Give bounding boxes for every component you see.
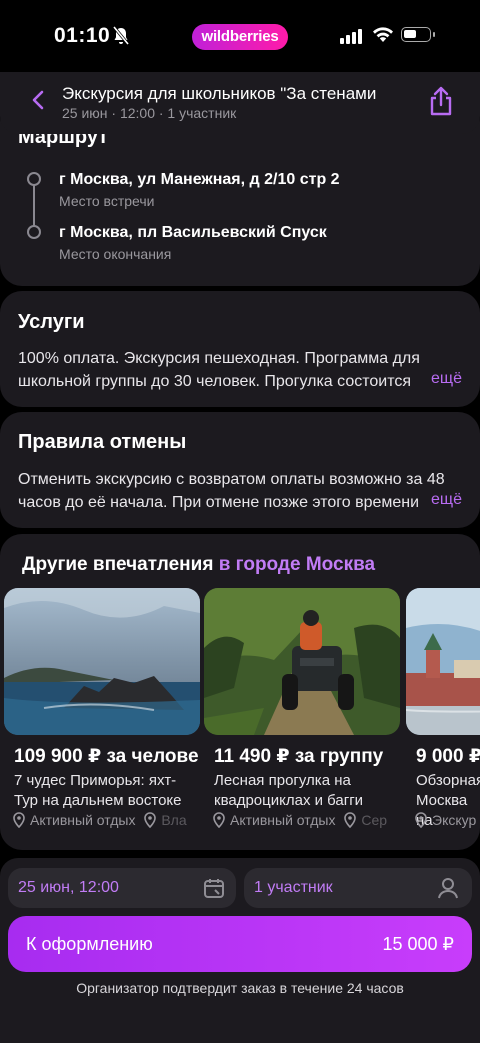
services-card: Услуги 100% оплата. Экскурсия пешеходная…: [0, 291, 480, 407]
booking-bar: 25 июн, 12:00 1 участник К оформлению 15…: [0, 858, 480, 1043]
cancel-rules-more-link[interactable]: ещё: [417, 491, 462, 509]
impression-photo-sea-rocks: [4, 588, 200, 735]
top-app-bar: Экскурсия для школьников "За стенами 25 …: [0, 72, 480, 134]
share-icon[interactable]: [428, 86, 454, 116]
services-title: Услуги: [18, 311, 85, 333]
calendar-icon: [204, 879, 224, 898]
route-end-address: г Москва, пл Васильевский Спуск: [59, 224, 327, 241]
impression-name: Лесная прогулка на квадроциклах и багги: [214, 772, 364, 809]
impression-price: 109 900 ₽ за челове: [14, 746, 199, 767]
status-bar: 01:10 wildberries: [0, 0, 480, 72]
cancel-rules-text-line-1: Отменить экскурсию с возвратом оплаты во…: [18, 471, 445, 488]
status-time: 01:10: [54, 24, 111, 47]
route-start-address: г Москва, ул Манежная, д 2/10 стр 2: [59, 171, 340, 188]
participants-field[interactable]: 1 участник: [244, 868, 472, 908]
location-pin-icon: [13, 812, 25, 828]
other-impressions-title: Другие впечатления в городе Москва: [22, 554, 375, 576]
checkout-button[interactable]: К оформлению 15 000 ₽: [8, 916, 472, 972]
impression-photo-kremlin: [406, 588, 480, 735]
route-start-label: Место встречи: [59, 193, 155, 209]
page-subtitle: 25 июн · 12:00 · 1 участник: [62, 105, 237, 121]
impression-place: Вла: [161, 812, 187, 828]
services-more-link[interactable]: ещё: [417, 370, 462, 388]
checkout-button-price: 15 000 ₽: [382, 934, 454, 954]
cancel-rules-text-line-2: часов до её начала. При отмене позже это…: [18, 494, 420, 511]
page-title: Экскурсия для школьников "За стенами: [62, 84, 377, 103]
impression-name: 7 чудес Приморья: яхт-Тур на дальнем вос…: [14, 772, 182, 809]
impression-price: 9 000 ₽: [416, 746, 480, 767]
location-pin-icon: [415, 812, 427, 828]
impression-tags: Экскур: [414, 812, 480, 828]
other-impressions-title-text: Другие впечатления: [22, 554, 214, 575]
other-impressions-city-link[interactable]: в городе Москва: [219, 554, 375, 575]
bell-muted-icon: [112, 26, 130, 45]
back-chevron-icon[interactable]: [28, 89, 50, 111]
date-time-value: 25 июн, 12:00: [18, 879, 119, 896]
impression-photo-atv-forest: [204, 588, 400, 735]
impression-price: 11 490 ₽ за группу: [214, 746, 384, 767]
route-start-dot: [27, 172, 41, 186]
location-pin-icon: [213, 812, 225, 828]
location-pin-icon: [144, 812, 157, 828]
services-text-line-2: школьной группы до 30 человек. Прогулка …: [18, 373, 412, 390]
route-end-label: Место окончания: [59, 246, 172, 262]
location-pin-icon: [344, 812, 357, 828]
cancel-rules-card: Правила отмены Отменить экскурсию с возв…: [0, 412, 480, 528]
impression-place: Сер: [361, 812, 388, 828]
cellular-signal-icon: [340, 29, 362, 44]
person-icon: [438, 878, 458, 899]
impression-category: Экскур: [432, 812, 477, 828]
participants-value: 1 участник: [254, 879, 333, 896]
impression-tags: Активный отдых Сер: [212, 812, 402, 828]
checkout-button-label: К оформлению: [26, 934, 153, 954]
wildberries-logo: wildberries: [192, 24, 288, 50]
impression-category: Активный отдых: [230, 812, 336, 828]
battery-icon: [401, 27, 435, 42]
impression-tags: Активный отдых Вла: [12, 812, 202, 828]
route-end-dot: [27, 225, 41, 239]
other-impressions-section: Другие впечатления в городе Москва 109 9…: [0, 534, 480, 850]
wifi-icon: [373, 27, 393, 42]
impression-category: Активный отдых: [30, 812, 136, 828]
date-time-field[interactable]: 25 июн, 12:00: [8, 868, 236, 908]
confirmation-note: Организатор подтвердит заказ в течение 2…: [76, 980, 404, 996]
cancel-rules-title: Правила отмены: [18, 431, 187, 453]
services-text-line-1: 100% оплата. Экскурсия пешеходная. Прогр…: [18, 350, 420, 367]
